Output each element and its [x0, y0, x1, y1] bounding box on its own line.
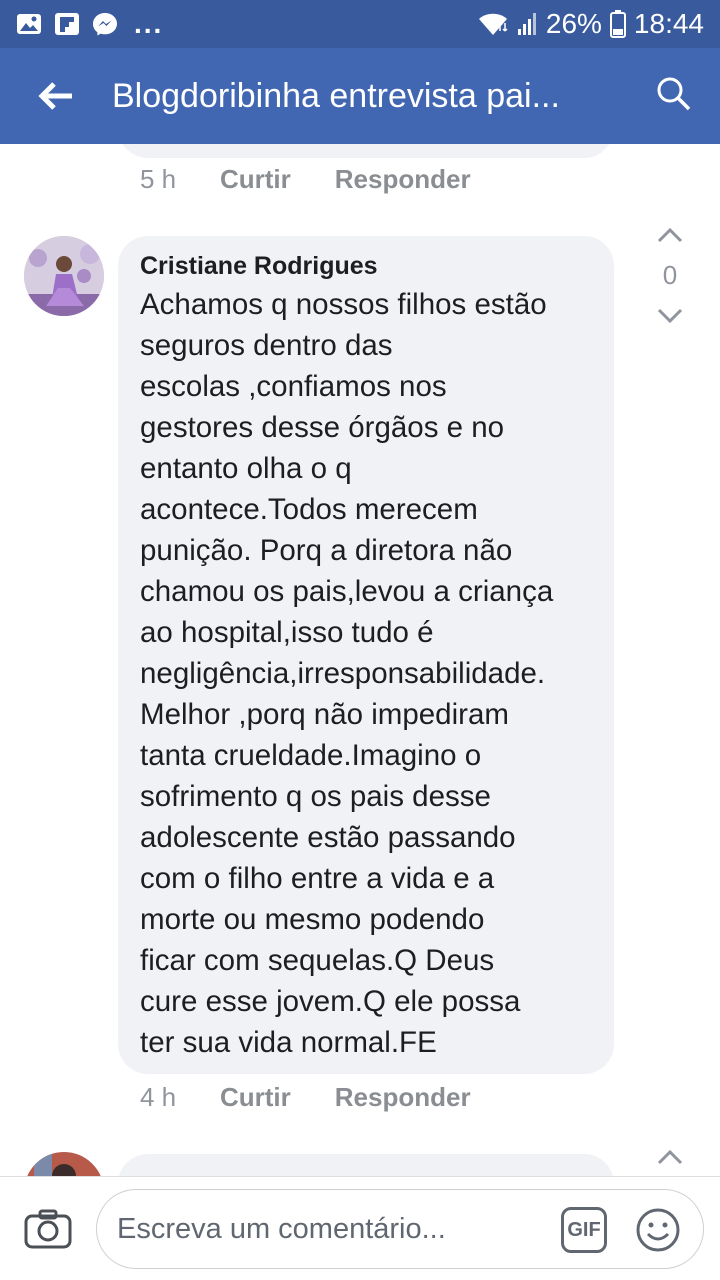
battery-percent: 26% — [545, 8, 602, 39]
downvote-icon[interactable] — [656, 307, 684, 325]
previous-comment-bubble — [118, 144, 614, 158]
wifi-icon — [478, 13, 508, 35]
vote-count: 0 — [662, 260, 678, 290]
camera-icon — [24, 1209, 72, 1248]
comments-list[interactable]: 5 h Curtir Responder Cristiane Rodrigues… — [0, 144, 720, 1176]
reply-button[interactable]: Responder — [335, 1082, 471, 1113]
profile-photo — [24, 236, 104, 316]
comment-actions: 4 h Curtir Responder — [140, 1082, 515, 1113]
like-button[interactable]: Curtir — [220, 1082, 291, 1113]
back-arrow-icon — [38, 82, 72, 110]
vote-controls — [650, 1148, 690, 1166]
comment-text: Achamos q nossos filhos estão seguros de… — [140, 288, 554, 1059]
reply-button[interactable]: Responder — [335, 164, 471, 195]
image-icon — [17, 14, 41, 34]
avatar[interactable] — [24, 236, 104, 316]
signal-icon — [517, 13, 536, 35]
like-button[interactable]: Curtir — [220, 164, 291, 195]
previous-comment-actions: 5 h Curtir Responder — [140, 164, 515, 195]
flipboard-icon — [55, 13, 79, 35]
comment-bubble[interactable] — [118, 1154, 614, 1176]
upvote-icon[interactable] — [656, 1148, 684, 1166]
vote-controls: 0 — [650, 226, 690, 325]
search-icon — [657, 77, 691, 111]
profile-photo — [24, 1152, 104, 1176]
emoji-icon[interactable] — [635, 1207, 681, 1253]
comment-bubble[interactable]: Cristiane Rodrigues Achamos q nossos fil… — [118, 236, 614, 1074]
messenger-icon — [93, 13, 117, 36]
previous-comment-time: 5 h — [140, 164, 177, 194]
avatar[interactable] — [24, 1152, 104, 1176]
back-button[interactable] — [0, 48, 112, 144]
status-bar: ... 26% 18:44 — [0, 0, 720, 48]
comment-input-placeholder: Escreva um comentário... — [117, 1212, 446, 1245]
upvote-icon[interactable] — [656, 226, 684, 244]
gif-button[interactable]: GIF — [561, 1207, 607, 1253]
comment-input[interactable]: Escreva um comentário... GIF — [96, 1189, 704, 1269]
comment-composer: Escreva um comentário... GIF — [0, 1176, 720, 1280]
comment-time: 4 h — [140, 1082, 177, 1112]
camera-button[interactable] — [0, 1177, 96, 1280]
clock: 18:44 — [633, 8, 704, 39]
app-bar: Blogdoribinha entrevista pai... — [0, 48, 720, 144]
page-title: Blogdoribinha entrevista pai... — [112, 76, 560, 115]
battery-icon — [609, 10, 626, 38]
search-button[interactable] — [656, 76, 696, 116]
comment-author[interactable]: Cristiane Rodrigues — [140, 252, 592, 280]
more-notifications-text: ... — [134, 8, 164, 39]
